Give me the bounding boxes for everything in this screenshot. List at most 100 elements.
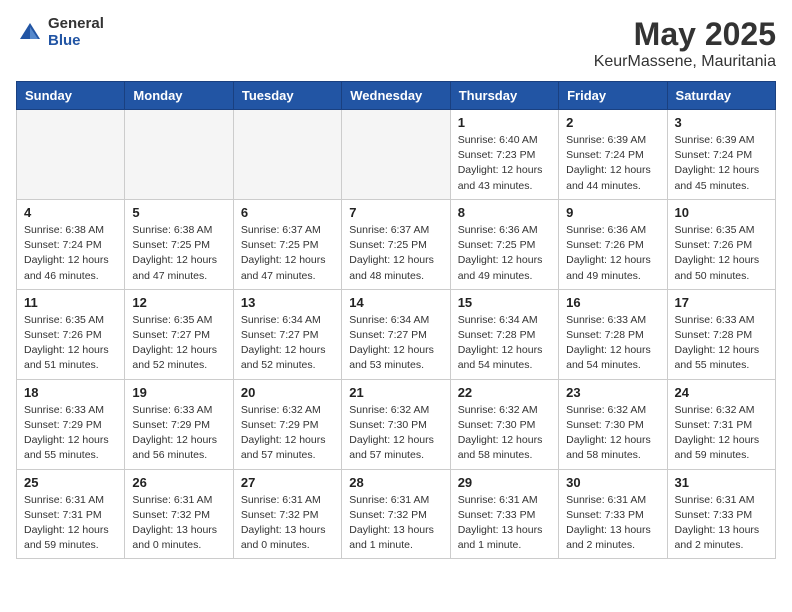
- day-number: 17: [675, 295, 768, 310]
- weekday-header-sunday: Sunday: [17, 82, 125, 110]
- day-info: Sunrise: 6:40 AM Sunset: 7:23 PM Dayligh…: [458, 133, 551, 194]
- day-info: Sunrise: 6:32 AM Sunset: 7:30 PM Dayligh…: [566, 403, 659, 464]
- day-number: 29: [458, 475, 551, 490]
- calendar-cell: 13 Sunrise: 6:34 AM Sunset: 7:27 PM Dayli…: [233, 289, 341, 379]
- day-info: Sunrise: 6:33 AM Sunset: 7:29 PM Dayligh…: [132, 403, 225, 464]
- day-number: 27: [241, 475, 334, 490]
- weekday-header-friday: Friday: [559, 82, 667, 110]
- day-info: Sunrise: 6:33 AM Sunset: 7:28 PM Dayligh…: [566, 313, 659, 374]
- day-number: 4: [24, 205, 117, 220]
- weekday-header-row: SundayMondayTuesdayWednesdayThursdayFrid…: [17, 82, 776, 110]
- calendar-cell: 28 Sunrise: 6:31 AM Sunset: 7:32 PM Dayli…: [342, 469, 450, 559]
- weekday-header-wednesday: Wednesday: [342, 82, 450, 110]
- day-number: 8: [458, 205, 551, 220]
- day-info: Sunrise: 6:39 AM Sunset: 7:24 PM Dayligh…: [675, 133, 768, 194]
- calendar-cell: 11 Sunrise: 6:35 AM Sunset: 7:26 PM Dayli…: [17, 289, 125, 379]
- day-number: 25: [24, 475, 117, 490]
- day-info: Sunrise: 6:31 AM Sunset: 7:33 PM Dayligh…: [458, 493, 551, 554]
- calendar-cell: 17 Sunrise: 6:33 AM Sunset: 7:28 PM Dayli…: [667, 289, 775, 379]
- calendar-cell: 4 Sunrise: 6:38 AM Sunset: 7:24 PM Daylig…: [17, 199, 125, 289]
- calendar-cell: 24Sunrise: 6:32 AM Sunset: 7:31 PM Dayli…: [667, 379, 775, 469]
- day-info: Sunrise: 6:32 AM Sunset: 7:30 PM Dayligh…: [349, 403, 442, 464]
- logo-general: General: [48, 16, 104, 33]
- day-number: 26: [132, 475, 225, 490]
- day-number: 16: [566, 295, 659, 310]
- day-info: Sunrise: 6:38 AM Sunset: 7:25 PM Dayligh…: [132, 223, 225, 284]
- day-number: 14: [349, 295, 442, 310]
- location-title: KeurMassene, Mauritania: [594, 53, 776, 71]
- day-info: Sunrise: 6:35 AM Sunset: 7:27 PM Dayligh…: [132, 313, 225, 374]
- logo-icon: [16, 19, 44, 47]
- day-info: Sunrise: 6:32 AM Sunset: 7:30 PM Dayligh…: [458, 403, 551, 464]
- day-number: 5: [132, 205, 225, 220]
- day-info: Sunrise: 6:31 AM Sunset: 7:32 PM Dayligh…: [241, 493, 334, 554]
- day-number: 10: [675, 205, 768, 220]
- weekday-header-thursday: Thursday: [450, 82, 558, 110]
- calendar-cell: 5 Sunrise: 6:38 AM Sunset: 7:25 PM Daylig…: [125, 199, 233, 289]
- day-info: Sunrise: 6:31 AM Sunset: 7:32 PM Dayligh…: [132, 493, 225, 554]
- calendar-cell: 10 Sunrise: 6:35 AM Sunset: 7:26 PM Dayli…: [667, 199, 775, 289]
- logo-text: General Blue: [48, 16, 104, 49]
- day-number: 20: [241, 385, 334, 400]
- month-title: May 2025: [594, 16, 776, 53]
- day-number: 12: [132, 295, 225, 310]
- day-number: 24: [675, 385, 768, 400]
- calendar-cell: 20 Sunrise: 6:32 AM Sunset: 7:29 PM Dayli…: [233, 379, 341, 469]
- day-number: 15: [458, 295, 551, 310]
- day-number: 22: [458, 385, 551, 400]
- day-number: 13: [241, 295, 334, 310]
- calendar-cell: 8 Sunrise: 6:36 AM Sunset: 7:25 PM Daylig…: [450, 199, 558, 289]
- calendar-cell: 15Sunrise: 6:34 AM Sunset: 7:28 PM Dayli…: [450, 289, 558, 379]
- day-info: Sunrise: 6:36 AM Sunset: 7:25 PM Dayligh…: [458, 223, 551, 284]
- day-number: 19: [132, 385, 225, 400]
- logo: General Blue: [16, 16, 104, 49]
- day-number: 7: [349, 205, 442, 220]
- calendar-cell: 9 Sunrise: 6:36 AM Sunset: 7:26 PM Daylig…: [559, 199, 667, 289]
- calendar-cell: 30Sunrise: 6:31 AM Sunset: 7:33 PM Dayli…: [559, 469, 667, 559]
- day-info: Sunrise: 6:35 AM Sunset: 7:26 PM Dayligh…: [24, 313, 117, 374]
- day-number: 9: [566, 205, 659, 220]
- day-info: Sunrise: 6:38 AM Sunset: 7:24 PM Dayligh…: [24, 223, 117, 284]
- day-info: Sunrise: 6:33 AM Sunset: 7:28 PM Dayligh…: [675, 313, 768, 374]
- day-info: Sunrise: 6:37 AM Sunset: 7:25 PM Dayligh…: [241, 223, 334, 284]
- calendar-cell: 27 Sunrise: 6:31 AM Sunset: 7:32 PM Dayli…: [233, 469, 341, 559]
- calendar-cell: 2 Sunrise: 6:39 AM Sunset: 7:24 PM Daylig…: [559, 110, 667, 200]
- calendar-cell: 19 Sunrise: 6:33 AM Sunset: 7:29 PM Dayli…: [125, 379, 233, 469]
- day-number: 3: [675, 115, 768, 130]
- day-number: 28: [349, 475, 442, 490]
- calendar-cell: 26 Sunrise: 6:31 AM Sunset: 7:32 PM Dayli…: [125, 469, 233, 559]
- calendar-cell: 29 Sunrise: 6:31 AM Sunset: 7:33 PM Dayli…: [450, 469, 558, 559]
- calendar-cell: 18Sunrise: 6:33 AM Sunset: 7:29 PM Dayli…: [17, 379, 125, 469]
- page-header: General Blue May 2025 KeurMassene, Mauri…: [16, 16, 776, 71]
- calendar-cell: 21 Sunrise: 6:32 AM Sunset: 7:30 PM Dayli…: [342, 379, 450, 469]
- day-number: 2: [566, 115, 659, 130]
- calendar-cell: 16 Sunrise: 6:33 AM Sunset: 7:28 PM Dayli…: [559, 289, 667, 379]
- day-number: 1: [458, 115, 551, 130]
- calendar-week-2: 11 Sunrise: 6:35 AM Sunset: 7:26 PM Dayli…: [17, 289, 776, 379]
- day-info: Sunrise: 6:35 AM Sunset: 7:26 PM Dayligh…: [675, 223, 768, 284]
- logo-blue: Blue: [48, 33, 104, 50]
- calendar-cell: 6 Sunrise: 6:37 AM Sunset: 7:25 PM Daylig…: [233, 199, 341, 289]
- weekday-header-tuesday: Tuesday: [233, 82, 341, 110]
- day-info: Sunrise: 6:32 AM Sunset: 7:29 PM Dayligh…: [241, 403, 334, 464]
- day-info: Sunrise: 6:31 AM Sunset: 7:33 PM Dayligh…: [566, 493, 659, 554]
- calendar-cell: 1 Sunrise: 6:40 AM Sunset: 7:23 PM Daylig…: [450, 110, 558, 200]
- day-number: 23: [566, 385, 659, 400]
- calendar-cell: [233, 110, 341, 200]
- day-info: Sunrise: 6:34 AM Sunset: 7:27 PM Dayligh…: [241, 313, 334, 374]
- day-number: 11: [24, 295, 117, 310]
- day-number: 6: [241, 205, 334, 220]
- weekday-header-monday: Monday: [125, 82, 233, 110]
- calendar-week-0: 1 Sunrise: 6:40 AM Sunset: 7:23 PM Daylig…: [17, 110, 776, 200]
- day-info: Sunrise: 6:31 AM Sunset: 7:31 PM Dayligh…: [24, 493, 117, 554]
- calendar-cell: [125, 110, 233, 200]
- day-info: Sunrise: 6:31 AM Sunset: 7:32 PM Dayligh…: [349, 493, 442, 554]
- day-info: Sunrise: 6:36 AM Sunset: 7:26 PM Dayligh…: [566, 223, 659, 284]
- calendar-cell: 7Sunrise: 6:37 AM Sunset: 7:25 PM Daylig…: [342, 199, 450, 289]
- day-number: 21: [349, 385, 442, 400]
- calendar-week-4: 25 Sunrise: 6:31 AM Sunset: 7:31 PM Dayli…: [17, 469, 776, 559]
- day-info: Sunrise: 6:39 AM Sunset: 7:24 PM Dayligh…: [566, 133, 659, 194]
- calendar-cell: 12 Sunrise: 6:35 AM Sunset: 7:27 PM Dayli…: [125, 289, 233, 379]
- calendar-cell: 23 Sunrise: 6:32 AM Sunset: 7:30 PM Dayli…: [559, 379, 667, 469]
- calendar-cell: [17, 110, 125, 200]
